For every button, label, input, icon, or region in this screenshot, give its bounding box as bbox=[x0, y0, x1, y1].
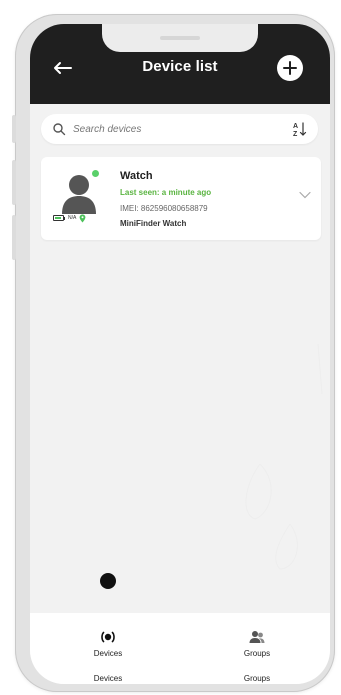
radio-signal-icon bbox=[101, 631, 115, 643]
tab-devices[interactable]: Devices bbox=[68, 630, 148, 660]
device-model: MiniFinder Watch bbox=[120, 219, 187, 228]
chevron-down-icon[interactable] bbox=[299, 191, 311, 199]
volume-up-button bbox=[12, 160, 16, 205]
battery-cap bbox=[64, 216, 65, 220]
imei-text: IMEI: 862596080658879 bbox=[120, 204, 208, 213]
search-bar: A Z bbox=[41, 114, 318, 144]
svg-text:Z: Z bbox=[293, 131, 298, 137]
add-device-button[interactable] bbox=[277, 55, 303, 81]
device-status-row: N/A bbox=[53, 213, 99, 223]
online-status-dot bbox=[92, 170, 99, 177]
location-pin-icon bbox=[79, 214, 86, 222]
battery-label: N/A bbox=[68, 215, 77, 221]
notch bbox=[102, 24, 258, 52]
battery-icon bbox=[53, 215, 64, 221]
plus-icon bbox=[283, 61, 297, 75]
users-icon bbox=[249, 631, 265, 643]
volume-down-button bbox=[12, 215, 16, 260]
search-input[interactable] bbox=[73, 120, 273, 138]
tab-groups-label: Groups bbox=[243, 649, 271, 658]
main-content: A Z N/A Watch Last se bbox=[30, 104, 330, 624]
screen: Device list A Z bbox=[30, 24, 330, 684]
svg-text:A: A bbox=[293, 123, 298, 130]
tab-devices-label: Devices bbox=[93, 649, 123, 658]
search-icon bbox=[53, 123, 66, 136]
last-seen-text: Last seen: a minute ago bbox=[120, 188, 212, 197]
device-name: Watch bbox=[120, 170, 153, 182]
background-doodles bbox=[245, 344, 323, 570]
device-card[interactable]: N/A Watch Last seen: a minute ago IMEI: … bbox=[41, 157, 321, 240]
sub-label-devices: Devices bbox=[93, 674, 123, 683]
sub-label-groups: Groups bbox=[243, 674, 271, 683]
active-tab-indicator bbox=[100, 573, 116, 589]
side-button bbox=[12, 115, 16, 143]
sort-glyph: A Z bbox=[293, 122, 307, 138]
speaker-grille bbox=[160, 36, 200, 40]
app-header: Device list bbox=[30, 24, 330, 104]
sort-alpha-icon[interactable]: A Z bbox=[293, 121, 307, 138]
tab-groups[interactable]: Groups bbox=[217, 630, 297, 660]
